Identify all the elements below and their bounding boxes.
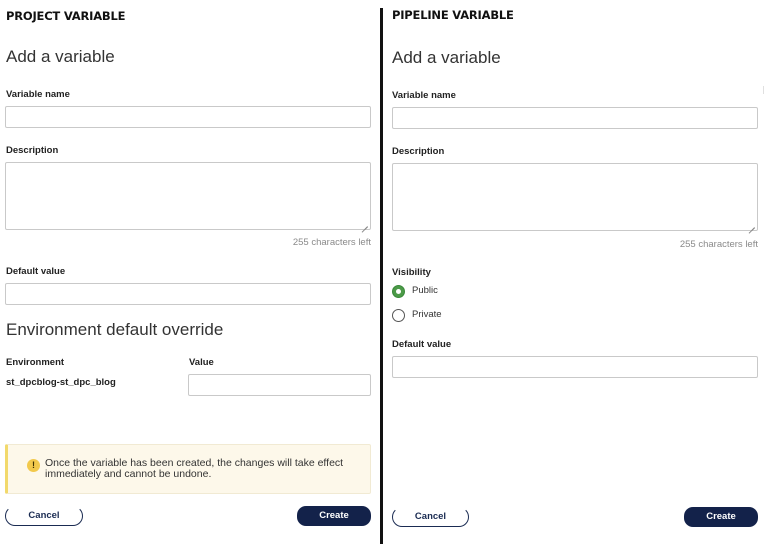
dialog-heading: Add a variable [392,48,501,67]
default-value-label: Default value [392,339,452,350]
description-char-counter: 255 characters left [679,239,758,250]
value-column-header: Value [189,357,214,368]
resize-handle[interactable] [749,222,755,228]
visibility-private-label[interactable]: Private [412,309,442,320]
visibility-public-radio[interactable] [392,285,405,298]
cancel-button[interactable]: Cancel [5,506,83,526]
default-value-input[interactable] [5,283,371,305]
variable-name-label: Variable name [392,90,456,101]
dialog-heading: Add a variable [6,47,115,66]
environment-override-heading: Environment default override [6,320,224,339]
environment-value-input[interactable] [188,374,371,396]
create-button[interactable]: Create [297,506,371,526]
warning-notice-text: Once the variable has been created, the … [45,457,344,480]
default-value-label: Default value [6,266,66,277]
visibility-label: Visibility [392,267,431,278]
environment-name: st_dpcblog-st_dpc_blog [6,377,116,388]
section-title: PIPELINE VARIABLE [392,8,514,22]
panel-divider [380,8,383,544]
description-textarea[interactable] [392,163,758,231]
variable-name-input[interactable] [392,107,758,129]
description-label: Description [392,146,445,157]
visibility-private-radio[interactable] [392,309,405,322]
variable-name-label: Variable name [6,89,70,100]
description-textarea[interactable] [5,162,371,230]
warning-icon: ! [27,459,40,472]
cancel-button[interactable]: Cancel [392,507,469,527]
resize-handle[interactable] [362,221,368,227]
visibility-public-label[interactable]: Public [412,285,438,296]
description-label: Description [6,145,59,156]
pipeline-variable-panel: PIPELINE VARIABLE Add a variable Variabl… [384,0,768,544]
default-value-input[interactable] [392,356,758,378]
description-char-counter: 255 characters left [292,237,371,248]
warning-notice: ! Once the variable has been created, th… [5,444,371,494]
variable-name-input[interactable] [5,106,371,128]
create-button[interactable]: Create [684,507,758,527]
scrollbar-edge [762,86,764,94]
section-title: PROJECT VARIABLE [6,9,126,23]
environment-column-header: Environment [6,357,65,368]
project-variable-panel: PROJECT VARIABLE Add a variable Variable… [0,0,380,544]
